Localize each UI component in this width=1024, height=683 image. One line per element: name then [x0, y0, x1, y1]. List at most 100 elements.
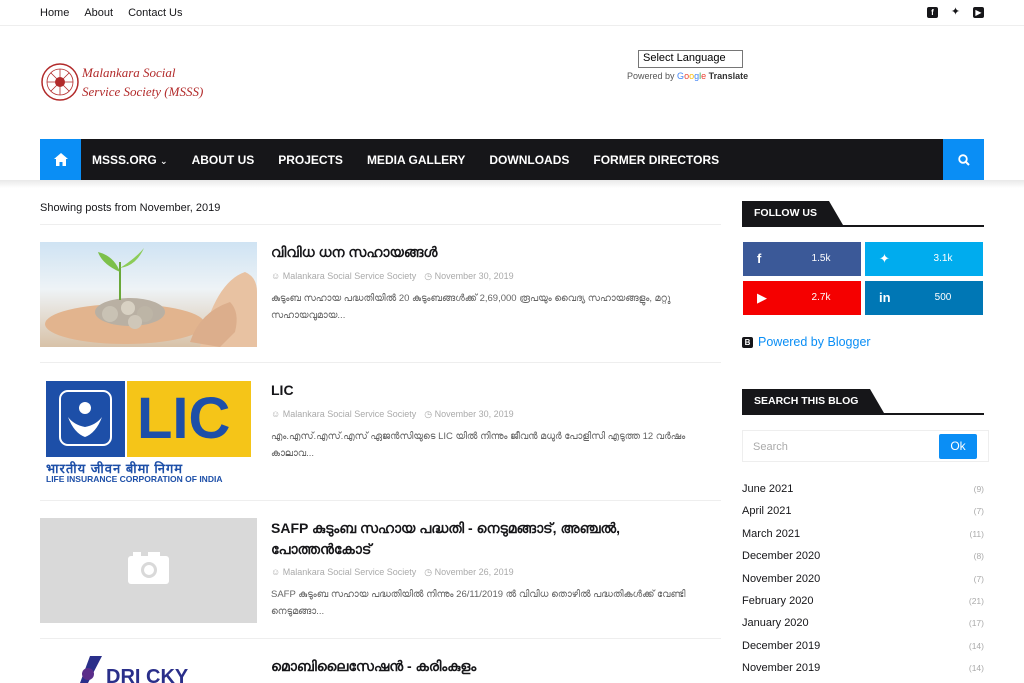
youtube-icon[interactable]: ▶	[973, 7, 984, 18]
home-icon	[53, 153, 68, 166]
nav-search-button[interactable]	[943, 139, 984, 180]
nav-item-msss[interactable]: MSSS.ORG ⌄	[92, 153, 168, 167]
divider	[40, 500, 721, 501]
lic-big-text: LIC	[137, 386, 231, 451]
post-meta: ☺ Malankara Social Service Society ◷ Nov…	[271, 567, 514, 578]
powered-by-blogger-label: Powered by Blogger	[758, 335, 871, 349]
lic-emblem	[46, 381, 125, 457]
logo-line-2: Service Society (MSSS)	[82, 84, 204, 99]
post-title[interactable]: SAFP കുടുംബ സഹായ പദ്ധതി - നെടുമങ്ങാട്, അ…	[271, 518, 651, 560]
archive-item[interactable]: February 2020 (21)	[742, 593, 984, 615]
translate-label[interactable]: Translate	[709, 71, 749, 81]
powered-by-blogger[interactable]: B Powered by Blogger	[742, 335, 871, 349]
post-snippet: എം.എസ്.എസ്.എസ് ഏജൻസിയുടെ LIC യിൽ നിന്നും…	[271, 431, 686, 459]
chevron-down-icon: ⌄	[160, 155, 168, 166]
social-youtube-button[interactable]: ▶ 2.7k	[743, 281, 861, 315]
logo-text: Malankara Social Service Society (MSSS)	[82, 63, 203, 101]
post-thumbnail[interactable]: DRI CKY	[40, 656, 257, 683]
archive-item[interactable]: November 2019 (14)	[742, 660, 984, 682]
nav-item-media-gallery[interactable]: MEDIA GALLERY	[367, 153, 465, 167]
archive-heading: Showing posts from November, 2019	[40, 202, 221, 214]
search-form: Search Ok	[742, 430, 989, 462]
archive-item[interactable]: January 2020 (17)	[742, 615, 984, 637]
logo-line-1: Malankara Social	[82, 65, 176, 80]
lic-yellow-panel: LIC	[127, 381, 251, 457]
post-title[interactable]: മൊബിലൈസേഷൻ - കരിംകുളം	[271, 656, 651, 677]
nav-item-projects[interactable]: PROJECTS	[278, 153, 343, 167]
msss-emblem-icon	[41, 63, 79, 101]
divider	[40, 224, 721, 225]
site-logo[interactable]: Malankara Social Service Society (MSSS)	[40, 62, 203, 102]
top-social: f ✦ ▶	[927, 7, 984, 18]
post-date: ◷ November 26, 2019	[424, 567, 514, 577]
nav-item-about-us[interactable]: ABOUT US	[192, 153, 255, 167]
twitter-icon[interactable]: ✦	[950, 7, 961, 18]
google-translate: Select Language Powered by Google Transl…	[627, 50, 748, 81]
post-item: വിവിധ ധന സഹായങ്ങൾ ☺ Malankara Social Ser…	[40, 242, 721, 362]
home-button[interactable]	[40, 139, 81, 180]
nav-item-downloads[interactable]: DOWNLOADS	[489, 153, 569, 167]
top-link-contact[interactable]: Contact Us	[128, 7, 182, 19]
top-bar: Home About Contact Us f ✦ ▶	[0, 0, 1024, 26]
post-item: SAFP കുടുംബ സഹായ പദ്ധതി - നെടുമങ്ങാട്, അ…	[40, 518, 721, 638]
archive-item[interactable]: November 2020 (7)	[742, 571, 984, 593]
post-author[interactable]: ☺ Malankara Social Service Society	[271, 271, 416, 282]
social-twitter-button[interactable]: ✦ 3.1k	[865, 242, 983, 276]
archive-item[interactable]: June 2021 (9)	[742, 481, 984, 503]
post-author[interactable]: ☺ Malankara Social Service Society	[271, 409, 416, 420]
follow-us-header: FOLLOW US	[742, 201, 984, 227]
camera-placeholder-icon	[128, 552, 169, 584]
nav-shadow	[0, 180, 1024, 188]
post-snippet: SAFP കുടുംബ സഹായ പദ്ധതിയിൽ നിന്നും 26/11…	[271, 589, 686, 617]
search-submit-button[interactable]: Ok	[939, 434, 977, 459]
linkedin-icon: in	[879, 290, 891, 305]
post-meta: ☺ Malankara Social Service Society ◷ Nov…	[271, 271, 514, 282]
post-thumbnail[interactable]	[40, 242, 257, 347]
blogger-icon: B	[742, 336, 753, 348]
divider	[40, 638, 721, 639]
youtube-count: 2.7k	[811, 292, 831, 303]
post-snippet: കുടുംബ സഹായ പദ്ധതിയിൽ 20 കുടുംബങ്ങൾക്ക് …	[271, 293, 671, 321]
search-icon	[957, 153, 970, 166]
twitter-icon: ✦	[879, 251, 890, 266]
post-title[interactable]: LIC	[271, 380, 651, 401]
svg-text:DRI CKY: DRI CKY	[106, 666, 189, 683]
language-select[interactable]: Select Language	[638, 50, 743, 68]
archive-item[interactable]: December 2020 (8)	[742, 548, 984, 570]
main-nav: MSSS.ORG ⌄ ABOUT US PROJECTS MEDIA GALLE…	[40, 139, 984, 180]
post-author[interactable]: ☺ Malankara Social Service Society	[271, 567, 416, 578]
search-input[interactable]: Search	[753, 441, 788, 453]
powered-by-label: Powered by	[627, 71, 675, 81]
post-thumbnail[interactable]: LIC भारतीय जीवन बीमा निगम LIFE INSURANCE…	[40, 380, 257, 485]
archive-item[interactable]: March 2021 (11)	[742, 526, 984, 548]
divider	[40, 362, 721, 363]
archive-item[interactable]: December 2019 (14)	[742, 638, 984, 660]
post-item: LIC भारतीय जीवन बीमा निगम LIFE INSURANCE…	[40, 380, 721, 500]
twitter-count: 3.1k	[933, 253, 953, 264]
archive-item[interactable]: April 2021 (7)	[742, 503, 984, 525]
translate-powered: Powered by Google Translate	[627, 71, 748, 81]
post-date: ◷ November 30, 2019	[424, 271, 514, 281]
lic-english-text: LIFE INSURANCE CORPORATION OF INDIA	[46, 474, 223, 484]
top-link-about[interactable]: About	[84, 7, 113, 19]
top-link-home[interactable]: Home	[40, 7, 69, 19]
post-meta: ☺ Malankara Social Service Society ◷ Nov…	[271, 409, 514, 420]
post-date: ◷ November 30, 2019	[424, 409, 514, 419]
lic-hands-icon	[59, 390, 112, 446]
post-item: DRI CKY മൊബിലൈസേഷൻ - കരിംകുളം	[40, 656, 721, 683]
social-facebook-button[interactable]: f 1.5k	[743, 242, 861, 276]
search-blog-header: SEARCH THIS BLOG	[742, 389, 984, 415]
main-menu: MSSS.ORG ⌄ ABOUT US PROJECTS MEDIA GALLE…	[92, 139, 719, 180]
post-thumbnail-logo: DRI CKY	[80, 656, 189, 683]
post-thumbnail[interactable]	[40, 518, 257, 623]
linkedin-count: 500	[934, 292, 952, 303]
top-nav: Home About Contact Us	[40, 7, 183, 19]
search-blog-title: SEARCH THIS BLOG	[742, 389, 885, 413]
social-linkedin-button[interactable]: in 500	[865, 281, 983, 315]
nav-item-former-directors[interactable]: FORMER DIRECTORS	[593, 153, 719, 167]
post-title[interactable]: വിവിധ ധന സഹായങ്ങൾ	[271, 242, 651, 263]
facebook-icon[interactable]: f	[927, 7, 938, 18]
follow-us-title: FOLLOW US	[742, 201, 843, 225]
facebook-icon: f	[757, 251, 762, 266]
facebook-count: 1.5k	[811, 253, 831, 264]
